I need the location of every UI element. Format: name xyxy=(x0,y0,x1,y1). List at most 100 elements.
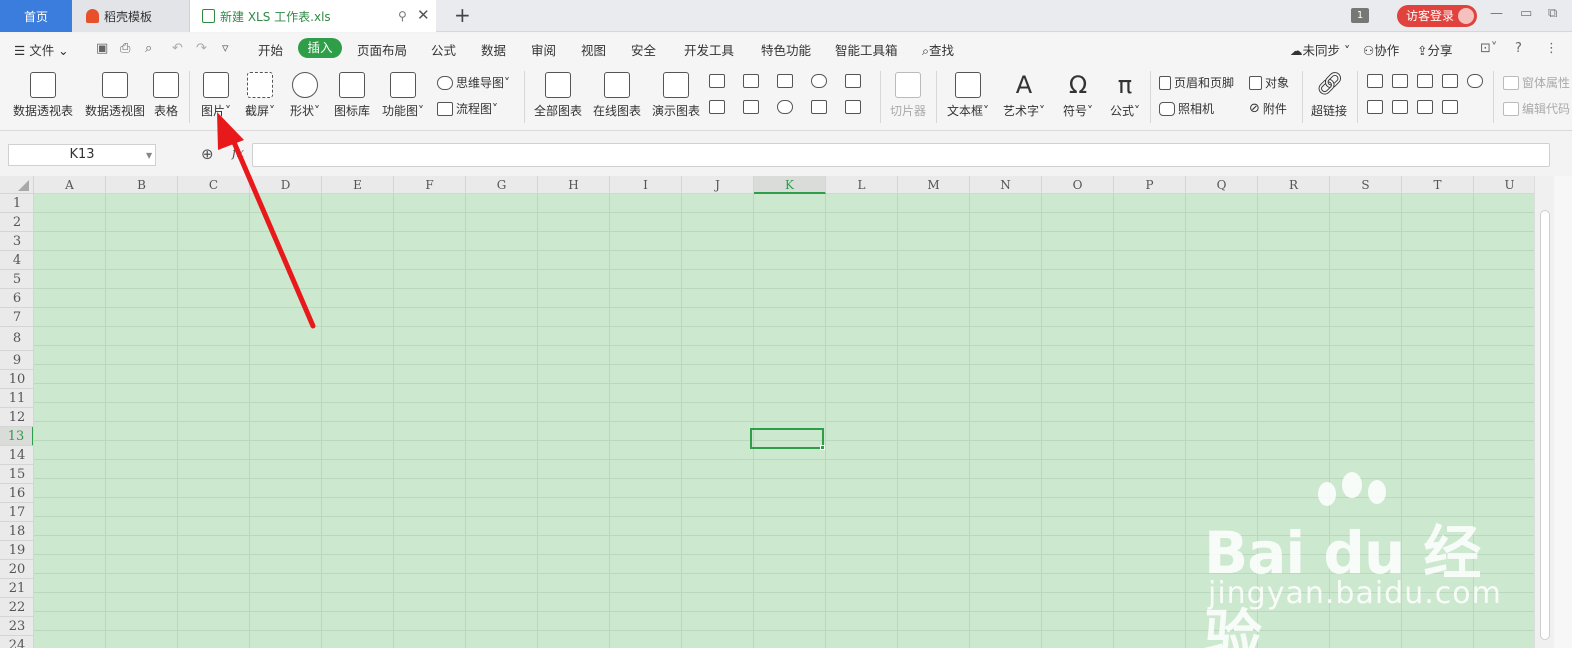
vertical-scrollbar[interactable] xyxy=(1534,176,1554,648)
row-header[interactable]: 2 xyxy=(0,213,33,232)
tab-home[interactable]: 首页 xyxy=(0,0,72,32)
column-header[interactable]: T xyxy=(1402,176,1474,194)
flowchart-button[interactable]: 流程图 ˅ xyxy=(437,100,498,117)
menu-smart-tools[interactable]: 智能工具箱 xyxy=(835,40,898,59)
icon-library-button[interactable]: 图标库 xyxy=(333,72,371,119)
spinner-control-icon[interactable] xyxy=(1417,100,1433,114)
save-icon[interactable]: ▣ xyxy=(96,41,108,56)
shape-button[interactable]: 形状˅ xyxy=(288,72,322,119)
select-all-corner[interactable] xyxy=(0,176,34,194)
row-header[interactable]: 14 xyxy=(0,446,33,465)
camera-button[interactable]: 照相机 xyxy=(1159,100,1214,117)
groupbox-control-icon[interactable] xyxy=(1392,74,1408,88)
window-count-badge[interactable]: 1 xyxy=(1351,8,1369,23)
collab-button[interactable]: ⚇协作 xyxy=(1363,40,1399,59)
row-header[interactable]: 6 xyxy=(0,289,33,308)
row-header[interactable]: 10 xyxy=(0,370,33,389)
table-button[interactable]: 表格 xyxy=(153,72,179,119)
radio-control-icon[interactable] xyxy=(1467,74,1483,88)
menu-data[interactable]: 数据 xyxy=(481,40,506,59)
menu-insert[interactable]: 插入 xyxy=(298,38,342,58)
column-header[interactable]: F xyxy=(394,176,466,194)
formula-input[interactable] xyxy=(252,143,1550,167)
column-header[interactable]: E xyxy=(322,176,394,194)
row-header[interactable]: 24 xyxy=(0,636,33,648)
row-header[interactable]: 4 xyxy=(0,251,33,270)
art-text-button[interactable]: A 艺术字˅ xyxy=(1001,72,1047,119)
row-header[interactable]: 23 xyxy=(0,617,33,636)
more-icon[interactable]: ⋮ xyxy=(1545,41,1558,56)
toolbox-icon[interactable]: ⊡˅ xyxy=(1480,41,1497,56)
row-header[interactable]: 7 xyxy=(0,308,33,327)
row-header[interactable]: 13 xyxy=(0,427,33,446)
column-header[interactable]: H xyxy=(538,176,610,194)
row-header[interactable]: 18 xyxy=(0,522,33,541)
fx-icon[interactable]: fx xyxy=(232,146,244,161)
column-header[interactable]: S xyxy=(1330,176,1402,194)
print-preview-icon[interactable]: ⌕ xyxy=(145,41,152,56)
function-chart-button[interactable]: 功能图˅ xyxy=(380,72,426,119)
name-box[interactable]: K13 xyxy=(8,144,156,166)
share-button[interactable]: ⇪分享 xyxy=(1417,40,1453,59)
chevron-down-icon[interactable]: ▼ xyxy=(146,151,152,160)
help-icon[interactable]: ? xyxy=(1515,41,1522,56)
label-control-icon[interactable] xyxy=(1367,74,1383,88)
sync-status[interactable]: ☁未同步 ˅ xyxy=(1290,40,1350,59)
combobox-control-icon[interactable] xyxy=(1392,100,1408,114)
menu-view[interactable]: 视图 xyxy=(581,40,606,59)
row-header[interactable]: 19 xyxy=(0,541,33,560)
active-cell-k13[interactable] xyxy=(750,428,824,449)
fill-handle[interactable] xyxy=(820,445,825,450)
combo-chart-icon[interactable] xyxy=(743,100,759,114)
menu-start[interactable]: 开始 xyxy=(258,40,283,59)
scatter-chart-icon[interactable] xyxy=(811,100,827,114)
hyperlink-button[interactable]: 🔗︎ 超链接 xyxy=(1310,72,1348,119)
object-button[interactable]: 对象 xyxy=(1249,74,1289,91)
column-chart-icon[interactable] xyxy=(709,74,725,88)
window-props-button[interactable]: 窗体属性 xyxy=(1503,74,1572,91)
row-header[interactable]: 15 xyxy=(0,465,33,484)
line-chart-icon[interactable] xyxy=(777,74,793,88)
column-header[interactable]: R xyxy=(1258,176,1330,194)
zoom-icon[interactable]: ⊕ xyxy=(201,145,214,163)
demo-chart-button[interactable]: 演示图表 xyxy=(651,72,701,119)
menu-review[interactable]: 审阅 xyxy=(531,40,556,59)
all-charts-button[interactable]: 全部图表 xyxy=(533,72,583,119)
plus-icon[interactable]: + xyxy=(454,3,471,27)
column-header[interactable]: D xyxy=(250,176,322,194)
bubble-chart-icon[interactable] xyxy=(845,100,861,114)
edit-code-button[interactable]: 编辑代码 xyxy=(1503,100,1572,117)
tab-template[interactable]: 稻壳模板 xyxy=(72,0,190,32)
mindmap-button[interactable]: 思维导图 ˅ xyxy=(437,74,510,91)
row-header[interactable]: 17 xyxy=(0,503,33,522)
menu-formula[interactable]: 公式 xyxy=(431,40,456,59)
column-header[interactable]: N xyxy=(970,176,1042,194)
radar-chart-icon[interactable] xyxy=(811,74,827,88)
column-header[interactable]: J xyxy=(682,176,754,194)
row-header[interactable]: 16 xyxy=(0,484,33,503)
column-header[interactable]: B xyxy=(106,176,178,194)
row-header[interactable]: 9 xyxy=(0,351,33,370)
close-icon[interactable]: ✕ xyxy=(417,6,430,24)
picture-button[interactable]: 图片˅ xyxy=(199,72,233,119)
online-chart-button[interactable]: 在线图表 xyxy=(592,72,642,119)
guest-login-button[interactable]: 访客登录 xyxy=(1397,5,1477,27)
row-header[interactable]: 3 xyxy=(0,232,33,251)
bar-chart-h-icon[interactable] xyxy=(743,74,759,88)
menu-developer[interactable]: 开发工具 xyxy=(684,40,734,59)
redo-icon[interactable]: ↷ xyxy=(196,41,207,56)
row-header[interactable]: 5 xyxy=(0,270,33,289)
column-header[interactable]: C xyxy=(178,176,250,194)
menu-page-layout[interactable]: 页面布局 xyxy=(357,40,407,59)
column-header[interactable]: A xyxy=(34,176,106,194)
textbox-button[interactable]: 文本框˅ xyxy=(945,72,991,119)
column-header[interactable]: M xyxy=(898,176,970,194)
minimize-icon[interactable]: — xyxy=(1490,6,1503,21)
stock-chart-icon[interactable] xyxy=(709,100,725,114)
header-footer-button[interactable]: 页眉和页脚 xyxy=(1159,74,1234,91)
attachment-button[interactable]: ⊘ 附件 xyxy=(1249,100,1287,117)
row-header[interactable]: 20 xyxy=(0,560,33,579)
slicer-button[interactable]: 切片器 xyxy=(889,72,927,119)
checkbox-control-icon[interactable] xyxy=(1442,74,1458,88)
search-menu[interactable]: ⌕查找 xyxy=(922,40,954,59)
